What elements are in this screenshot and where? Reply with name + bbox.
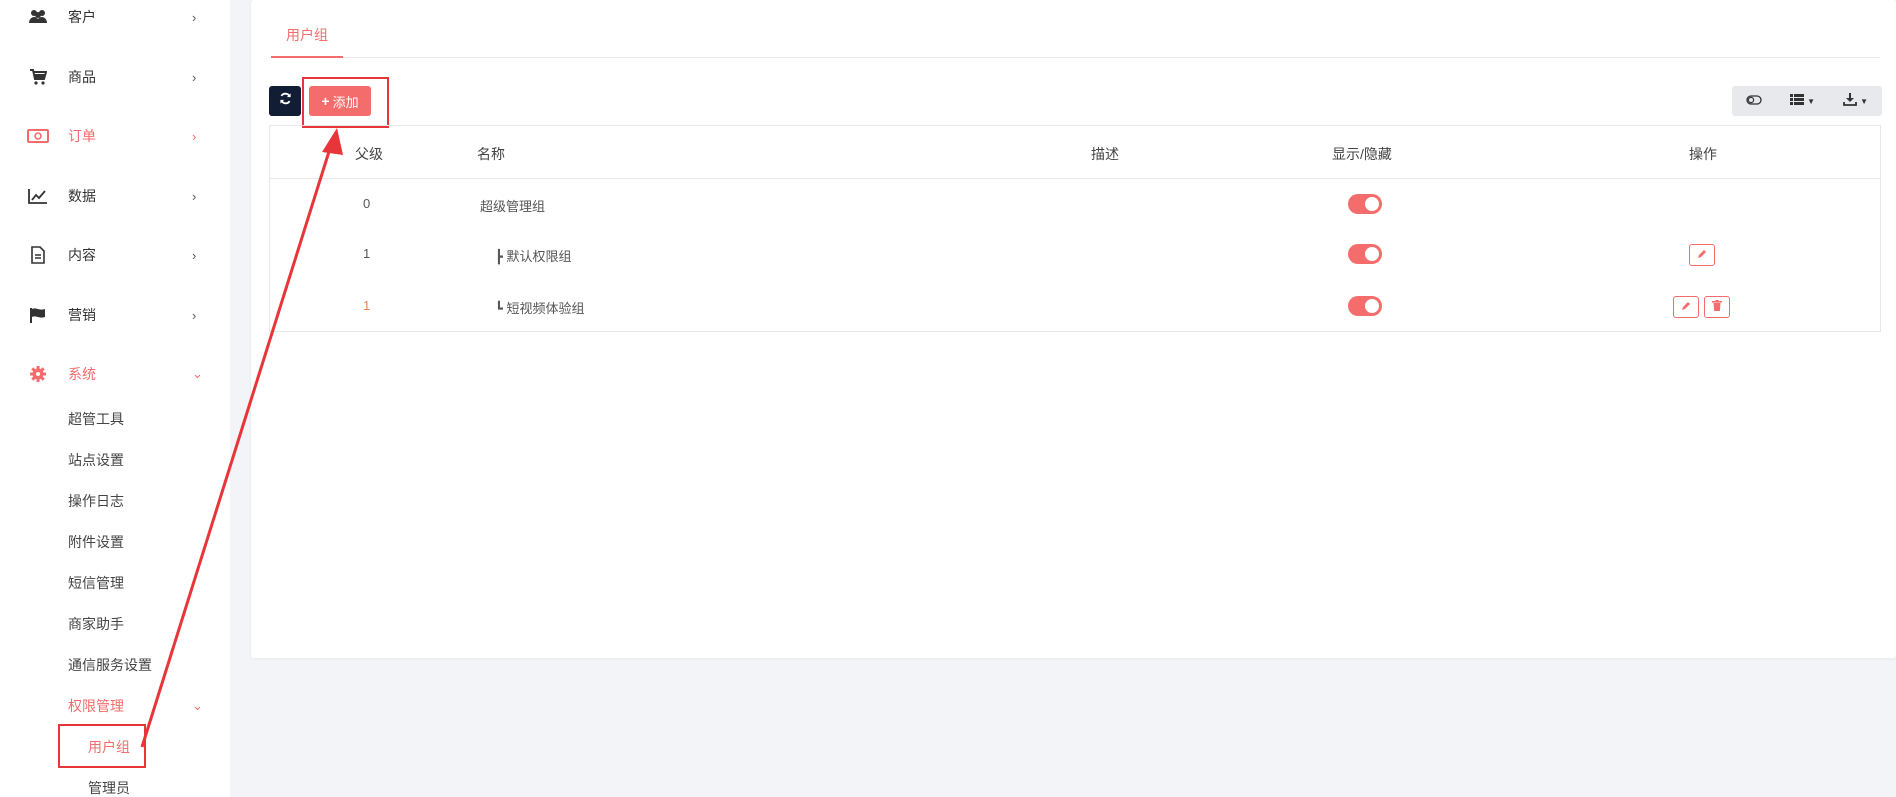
sidebar-item-customers[interactable]: 客户 › xyxy=(0,0,230,37)
gear-icon xyxy=(27,363,49,385)
annotation-highlight-box xyxy=(302,77,389,128)
cell-name: ┗ 短视频体验组 xyxy=(495,301,585,316)
sidebar-item-content[interactable]: 内容 › xyxy=(0,235,230,275)
column-header-visibility: 显示/隐藏 xyxy=(1332,146,1392,162)
column-header-description: 描述 xyxy=(1091,146,1119,162)
pencil-icon xyxy=(1681,298,1691,316)
visibility-toggle[interactable] xyxy=(1348,244,1382,264)
user-group-table: 父级 名称 描述 显示/隐藏 操作 0 超级管理组 1 ┣ 默认权限组 1 ┗ … xyxy=(269,125,1881,332)
cell-parent: 1 xyxy=(363,246,371,261)
columns-dropdown-button[interactable]: ▼ xyxy=(1776,86,1829,116)
sidebar-subitem-permission-management[interactable]: 权限管理 xyxy=(68,696,124,716)
sidebar-item-label: 营销 xyxy=(68,307,96,323)
sidebar-item-orders[interactable]: 订单 › xyxy=(0,116,230,156)
sidebar-item-marketing[interactable]: 营销 › xyxy=(0,295,230,335)
chevron-down-icon: ⌄ xyxy=(192,698,203,713)
chevron-right-icon: › xyxy=(192,9,197,25)
sidebar-item-label: 数据 xyxy=(68,188,96,204)
sidebar-item-products[interactable]: 商品 › xyxy=(0,57,230,97)
column-header-actions: 操作 xyxy=(1689,146,1717,162)
tab-user-group[interactable]: 用户组 xyxy=(271,16,343,58)
main-panel: 用户组 + 添加 ▼ ▼ 父级 名称 描述 显示/隐藏 操作 0 超级管理组 1… xyxy=(251,0,1896,658)
chevron-right-icon: › xyxy=(192,188,197,204)
sidebar: 客户 › 商品 › 订单 › 数据 › 内容 › 营销 › 系统 ⌄ 超管工具 … xyxy=(0,0,230,797)
delete-button[interactable] xyxy=(1704,296,1730,318)
cell-name: ┣ 默认权限组 xyxy=(495,249,572,264)
sidebar-subitem-super-tools[interactable]: 超管工具 xyxy=(68,409,124,429)
flag-icon xyxy=(27,304,49,326)
sidebar-item-label: 订单 xyxy=(68,128,96,144)
chevron-right-icon: › xyxy=(192,128,197,144)
toggle-icon xyxy=(1746,94,1762,108)
sidebar-subitem-operation-log[interactable]: 操作日志 xyxy=(68,491,124,511)
tab-bar: 用户组 xyxy=(271,16,1880,58)
caret-down-icon: ▼ xyxy=(1807,96,1816,106)
chevron-right-icon: › xyxy=(192,247,197,263)
table-header: 父级 名称 描述 显示/隐藏 操作 xyxy=(270,126,1880,179)
sidebar-item-system[interactable]: 系统 ⌄ xyxy=(0,354,230,394)
column-header-parent: 父级 xyxy=(355,146,383,162)
sidebar-subitem-communication-settings[interactable]: 通信服务设置 xyxy=(68,655,152,675)
cart-icon xyxy=(27,66,49,88)
cell-parent: 0 xyxy=(363,196,371,211)
sidebar-item-label: 客户 xyxy=(68,9,96,25)
sidebar-subitem-administrators[interactable]: 管理员 xyxy=(88,778,130,797)
column-header-name: 名称 xyxy=(477,146,505,162)
caret-down-icon: ▼ xyxy=(1860,96,1868,106)
sidebar-subitem-merchant-assistant[interactable]: 商家助手 xyxy=(68,614,124,634)
refresh-button[interactable] xyxy=(269,86,301,116)
chart-line-icon xyxy=(27,185,49,207)
document-icon xyxy=(27,244,49,266)
edit-button[interactable] xyxy=(1673,296,1699,318)
sidebar-subitem-attachment-settings[interactable]: 附件设置 xyxy=(68,532,124,552)
sidebar-subitem-site-settings[interactable]: 站点设置 xyxy=(68,450,124,470)
chevron-right-icon: › xyxy=(192,69,197,85)
cell-name: 超级管理组 xyxy=(480,199,546,214)
trash-icon xyxy=(1712,298,1722,316)
cell-parent: 1 xyxy=(363,298,371,313)
table-toolbar: ▼ ▼ xyxy=(1732,86,1882,116)
sidebar-item-label: 内容 xyxy=(68,247,96,263)
pencil-icon xyxy=(1697,246,1707,264)
visibility-toggle[interactable] xyxy=(1348,296,1382,316)
sidebar-item-label: 商品 xyxy=(68,69,96,85)
edit-button[interactable] xyxy=(1689,244,1715,266)
toggle-view-button[interactable] xyxy=(1732,86,1776,116)
list-icon xyxy=(1790,94,1805,108)
export-dropdown-button[interactable]: ▼ xyxy=(1829,86,1882,116)
money-icon xyxy=(27,125,49,147)
sidebar-item-data[interactable]: 数据 › xyxy=(0,176,230,216)
chevron-right-icon: › xyxy=(192,307,197,323)
refresh-icon xyxy=(279,92,292,110)
sidebar-subitem-sms-management[interactable]: 短信管理 xyxy=(68,573,124,593)
users-icon xyxy=(27,6,49,28)
visibility-toggle[interactable] xyxy=(1348,194,1382,214)
download-icon xyxy=(1843,93,1857,109)
chevron-down-icon: ⌄ xyxy=(192,366,203,381)
sidebar-item-label: 系统 xyxy=(68,366,96,382)
annotation-highlight-box xyxy=(58,724,146,768)
